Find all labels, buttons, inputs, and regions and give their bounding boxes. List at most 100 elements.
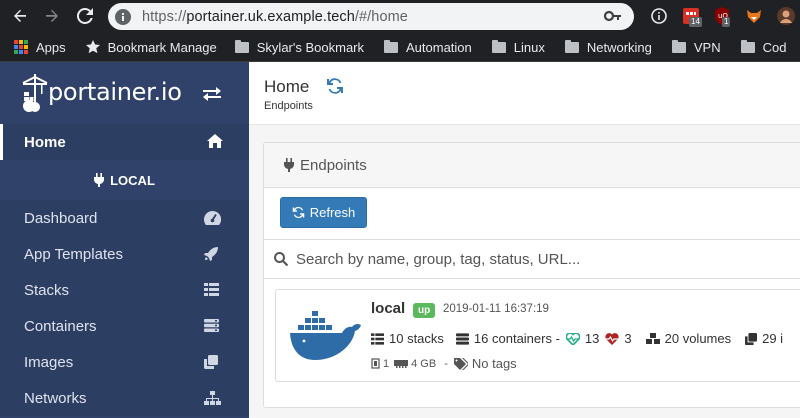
tachometer-icon (204, 211, 221, 225)
page-title: Home (264, 77, 310, 96)
sidebar-item-app-templates[interactable]: App Templates (0, 236, 249, 272)
address-bar[interactable]: https://portainer.uk.example.tech/#/home (108, 3, 634, 30)
volumes-label: 20 volumes (664, 331, 732, 346)
folder-icon (491, 39, 506, 53)
refresh-icon[interactable] (326, 77, 344, 95)
bookmarks-bar: Apps Bookmark Manage Skylar's Bookmark A… (0, 33, 800, 62)
containers-count: 16 containers - (455, 331, 560, 346)
reload-button[interactable] (71, 2, 99, 30)
memory-size: 4 GB (411, 357, 437, 370)
fox-extension-icon[interactable] (744, 6, 764, 26)
server-icon (455, 332, 469, 345)
sidebar-item-label: Stacks (24, 281, 70, 299)
apps-grid-icon (14, 40, 28, 54)
ublock-badge: 1 (722, 17, 731, 27)
sidebar-item-label: Home (24, 133, 66, 151)
healthy-count: 13 (565, 331, 600, 346)
unhealthy-label: 3 (624, 331, 632, 346)
panel-header: Endpoints (264, 143, 800, 188)
images-count: 29 i (745, 331, 783, 346)
back-button[interactable] (6, 2, 34, 30)
forward-button[interactable] (38, 2, 66, 30)
refresh-icon (292, 206, 305, 219)
ublock-icon[interactable]: uO 1 (712, 6, 732, 27)
list-icon (371, 332, 384, 345)
sidebar-item-stacks[interactable]: Stacks (0, 272, 249, 308)
endpoint-meta: 1 4 GB - No tags (371, 356, 517, 371)
extension-icon-1[interactable]: 14 (681, 6, 702, 27)
bookmark-label: Bookmark Manage (107, 39, 217, 55)
bookmark-folder-vpn[interactable]: VPN (671, 39, 721, 55)
docker-whale-icon (290, 311, 361, 360)
reload-icon (77, 8, 93, 24)
sidebar-item-label: App Templates (24, 245, 123, 263)
endpoint-card[interactable]: local up 2019-01-11 16:37:19 10 stacks 1… (275, 289, 800, 382)
page-header: Home Endpoints (249, 62, 800, 125)
main-content: Home Endpoints Endpoints Refresh Search … (249, 62, 800, 418)
heartbeat-healthy-icon (565, 332, 580, 345)
bookmark-label: Linux (513, 39, 545, 55)
site-info-icon[interactable] (112, 6, 134, 28)
home-icon (207, 134, 223, 148)
bookmark-label: Cod (762, 39, 787, 55)
panel-title: Endpoints (300, 156, 367, 174)
portainer-logo-icon[interactable] (22, 74, 48, 114)
sidebar-item-images[interactable]: Images (0, 344, 249, 380)
bookmark-folder-code[interactable]: Cod (740, 39, 787, 55)
key-icon[interactable] (603, 8, 622, 29)
folder-icon (384, 39, 398, 53)
list-icon (204, 283, 219, 296)
bookmark-label: VPN (693, 39, 721, 55)
url-host: portainer.uk.example.tech (186, 8, 355, 25)
info-extension-icon[interactable] (649, 6, 669, 26)
sitemap-icon (204, 391, 221, 405)
url-path: /#/home (354, 8, 408, 25)
heartbeat-unhealthy-icon (605, 332, 620, 345)
bookmark-folder-networking[interactable]: Networking (564, 39, 652, 55)
clone-icon (204, 355, 218, 369)
images-label: 29 i (762, 331, 784, 346)
sidebar-item-containers[interactable]: Containers (0, 308, 249, 344)
bookmark-label: Automation (406, 39, 472, 55)
browser-toolbar: https://portainer.uk.example.tech/#/home… (0, 0, 800, 33)
cpu-icon (371, 358, 380, 369)
plug-icon (284, 158, 294, 172)
profile-avatar-icon[interactable] (776, 6, 796, 26)
refresh-button[interactable]: Refresh (280, 197, 367, 228)
endpoint-name: local (371, 300, 406, 317)
bookmark-apps[interactable]: Apps (14, 40, 66, 55)
endpoints-panel: Endpoints Refresh Search by name, group,… (263, 142, 800, 408)
sidebar-item-home[interactable]: Home (0, 124, 249, 160)
url-scheme: https:// (142, 8, 187, 25)
bookmark-folder-linux[interactable]: Linux (491, 39, 545, 55)
page-subtitle: Endpoints (264, 100, 313, 112)
bookmark-label: Skylar's Bookmark (256, 39, 364, 55)
rocket-icon (204, 247, 218, 261)
endpoint-name: LOCAL (110, 172, 155, 188)
brand: portainer.io (0, 62, 249, 124)
search-icon (274, 252, 288, 266)
stacks-label: 10 stacks (389, 331, 444, 346)
sidebar-item-dashboard[interactable]: Dashboard (0, 200, 249, 236)
healthy-label: 13 (584, 331, 600, 346)
bookmark-manager[interactable]: Bookmark Manage (85, 39, 217, 55)
tags-label: No tags (471, 356, 517, 371)
bookmark-label: Apps (36, 39, 66, 55)
refresh-button-label: Refresh (309, 205, 356, 220)
search-input[interactable] (296, 250, 796, 268)
tags-icon (453, 357, 468, 370)
containers-label: 16 containers - (473, 331, 560, 346)
sidebar-toggle-icon[interactable] (203, 86, 221, 102)
sidebar-item-networks[interactable]: Networks (0, 380, 249, 416)
sidebar: portainer.io Home LOCAL Dashboard App Te… (0, 62, 249, 418)
sidebar-item-label: Images (24, 353, 74, 371)
sidebar-item-label: Dashboard (24, 209, 98, 227)
bookmark-folder-skylar[interactable]: Skylar's Bookmark (234, 39, 364, 55)
clone-icon (745, 332, 758, 345)
bookmark-folder-automation[interactable]: Automation (384, 39, 472, 55)
stacks-count: 10 stacks (371, 331, 444, 346)
endpoint-indicator: LOCAL (0, 160, 249, 200)
cubes-icon (645, 332, 660, 344)
endpoint-timestamp: 2019-01-11 16:37:19 (443, 303, 549, 315)
back-arrow-icon (14, 9, 26, 22)
